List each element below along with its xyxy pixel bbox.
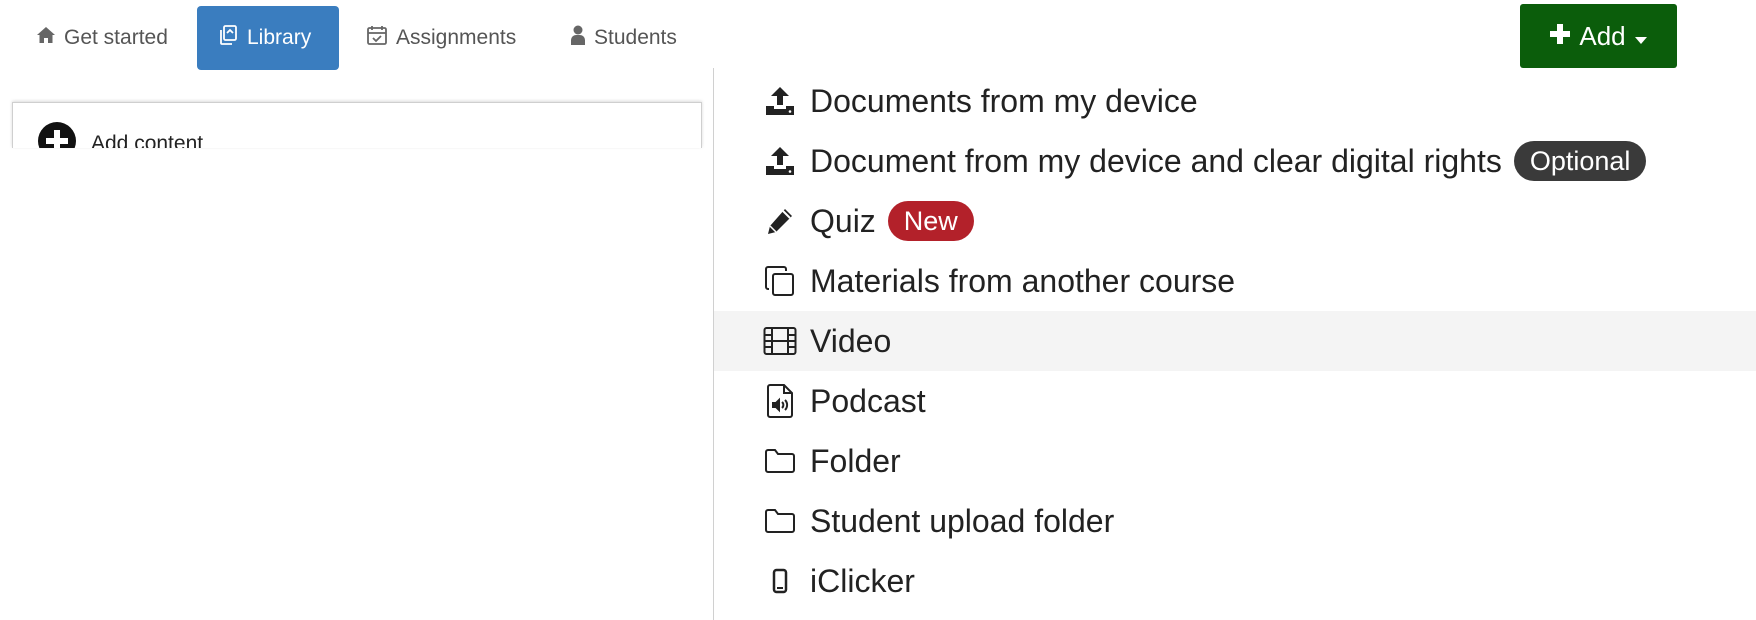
menu-item-label: Document from my device and clear digita… (810, 142, 1502, 179)
add-content-label[interactable]: Add content (91, 132, 203, 148)
tab-get-started[interactable]: Get started (16, 6, 188, 70)
menu-item-podcast[interactable]: Podcast (714, 371, 1756, 431)
pencil-icon (763, 204, 797, 238)
tab-students[interactable]: Students (550, 6, 697, 70)
menu-item-label: Podcast (810, 382, 926, 419)
upload-icon (763, 144, 797, 178)
menu-item-label: Folder (810, 442, 901, 479)
plus-icon (1549, 21, 1571, 52)
menu-item-label: Video (810, 322, 892, 359)
menu-item-label: Documents from my device (810, 82, 1198, 119)
tab-label: Students (594, 26, 677, 49)
optional-badge: Optional (1513, 141, 1647, 181)
tab-label: Library (247, 26, 312, 49)
home-icon (36, 26, 56, 50)
menu-item-label: Quiz (810, 202, 876, 239)
plus-circle-icon[interactable] (37, 121, 77, 148)
tab-label: Assignments (396, 26, 517, 49)
library-icon (217, 24, 239, 52)
menu-item-iclicker[interactable]: iClicker (714, 551, 1756, 611)
menu-item-label: iClicker (810, 562, 915, 599)
calendar-check-icon (366, 24, 388, 52)
add-button[interactable]: Add (1520, 4, 1677, 68)
menu-item-student-upload-folder[interactable]: Student upload folder (714, 491, 1756, 551)
menu-item-materials-from-another-course[interactable]: Materials from another course (714, 251, 1756, 311)
add-dropdown-menu: Documents from my device Document from m… (713, 68, 1756, 620)
phone-icon (763, 564, 797, 598)
menu-item-document-clear-rights[interactable]: Document from my device and clear digita… (714, 131, 1756, 191)
menu-item-quiz[interactable]: Quiz New (714, 191, 1756, 251)
menu-item-folder[interactable]: Folder (714, 431, 1756, 491)
audio-file-icon (763, 384, 797, 418)
new-badge: New (887, 201, 974, 241)
tab-assignments[interactable]: Assignments (346, 6, 536, 70)
menu-item-documents-from-device[interactable]: Documents from my device (714, 71, 1756, 131)
menu-item-label: Materials from another course (810, 262, 1236, 299)
upload-icon (763, 84, 797, 118)
folder-icon (763, 504, 797, 538)
tab-library[interactable]: Library (197, 6, 339, 70)
film-icon (763, 324, 797, 358)
add-content-card: Add content (12, 102, 702, 148)
add-button-label: Add (1579, 20, 1626, 51)
user-icon (570, 25, 586, 51)
copy-icon (763, 264, 797, 298)
menu-item-video[interactable]: Video (714, 311, 1756, 371)
chevron-down-icon (1634, 21, 1648, 52)
menu-item-label: Student upload folder (810, 502, 1115, 539)
folder-icon (763, 444, 797, 478)
tab-label: Get started (64, 26, 168, 49)
